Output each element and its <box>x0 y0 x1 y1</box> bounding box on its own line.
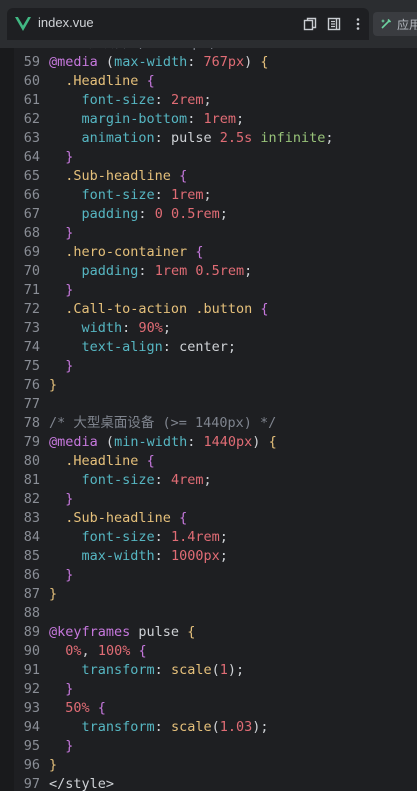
line-number: 95 <box>23 738 40 754</box>
code-text: 50% { <box>65 700 106 716</box>
line-number: 64 <box>23 149 40 165</box>
code-text: } <box>65 567 74 583</box>
line-number: 77 <box>23 396 40 412</box>
line-number: 87 <box>23 586 40 602</box>
code-text: } <box>65 225 74 241</box>
line-number: 75 <box>23 358 40 374</box>
editor-tab-bar: index.vue 应用 <box>0 0 417 48</box>
code-text: padding: 1rem 0.5rem; <box>81 263 253 279</box>
code-text: </style> <box>49 776 115 791</box>
code-text: max-width: 1000px; <box>81 548 228 564</box>
code-text: .Headline { <box>65 453 155 469</box>
edit-sparkle-icon <box>381 18 392 29</box>
more-icon[interactable] <box>351 17 365 31</box>
code-text: @media (min-width: 1440px) { <box>49 434 277 450</box>
code-text: @media (max-width: 767px) { <box>49 54 269 70</box>
code-text: } <box>49 586 58 602</box>
code-editor[interactable]: 58/* 手机设备 (<= 767px) */59@media (max-wid… <box>14 48 417 791</box>
code-text: } <box>65 681 74 697</box>
code-text: transform: scale(1); <box>81 662 245 678</box>
code-text: } <box>65 738 74 754</box>
line-number: 92 <box>23 681 40 697</box>
line-number: 74 <box>23 339 40 355</box>
line-number: 65 <box>23 168 40 184</box>
line-number: 70 <box>23 263 40 279</box>
code-text: } <box>65 358 74 374</box>
line-number: 73 <box>23 320 40 336</box>
line-number: 76 <box>23 377 40 393</box>
code-text: } <box>65 491 74 507</box>
line-number: 81 <box>23 472 40 488</box>
apply-button[interactable]: 应用 <box>373 12 417 36</box>
code-text: .hero-container { <box>65 244 204 260</box>
code-text: font-size: 2rem; <box>81 92 212 108</box>
line-number: 78 <box>23 415 40 431</box>
line-number: 59 <box>23 54 40 70</box>
code-text: width: 90%; <box>81 320 171 336</box>
line-number: 79 <box>23 434 40 450</box>
line-number: 62 <box>23 111 40 127</box>
line-number: 71 <box>23 282 40 298</box>
line-number: 89 <box>23 624 40 640</box>
vue-logo-icon <box>15 17 31 31</box>
line-number: 66 <box>23 187 40 203</box>
line-number: 67 <box>23 206 40 222</box>
code-text: margin-bottom: 1rem; <box>81 111 245 127</box>
apply-button-label: 应用 <box>397 18 417 32</box>
line-number: 88 <box>23 605 40 621</box>
line-number: 83 <box>23 510 40 526</box>
code-text: .Call-to-action .button { <box>65 301 269 317</box>
code-text: font-size: 1.4rem; <box>81 529 228 545</box>
line-number: 82 <box>23 491 40 507</box>
line-number: 61 <box>23 92 40 108</box>
code-text: @keyframes pulse { <box>49 624 196 640</box>
code-text: animation: pulse 2.5s infinite; <box>81 130 334 146</box>
line-number: 94 <box>23 719 40 735</box>
activity-gutter <box>0 48 14 791</box>
code-text: 0%, 100% { <box>65 643 147 659</box>
line-number: 84 <box>23 529 40 545</box>
line-number: 86 <box>23 567 40 583</box>
code-text: .Sub-headline { <box>65 510 188 526</box>
code-text: } <box>65 149 74 165</box>
line-number: 60 <box>23 73 40 89</box>
tab-title: index.vue <box>38 15 94 30</box>
code-text: .Headline { <box>65 73 155 89</box>
line-number: 80 <box>23 453 40 469</box>
code-text: } <box>65 282 74 298</box>
line-number: 69 <box>23 244 40 260</box>
code-text: text-align: center; <box>81 339 236 355</box>
line-number: 72 <box>23 301 40 317</box>
code-text: font-size: 1rem; <box>81 187 212 203</box>
line-number: 91 <box>23 662 40 678</box>
code-text: } <box>49 757 58 773</box>
code-text: } <box>49 377 58 393</box>
preview-icon[interactable] <box>327 17 341 31</box>
line-number: 63 <box>23 130 40 146</box>
line-number: 68 <box>23 225 40 241</box>
line-number: 97 <box>23 776 40 791</box>
code-text: /* 大型桌面设备 (>= 1440px) */ <box>49 415 277 431</box>
code-text: font-size: 4rem; <box>81 472 212 488</box>
code-text: .Sub-headline { <box>65 168 188 184</box>
split-window-icon[interactable] <box>303 17 317 31</box>
line-number: 96 <box>23 757 40 773</box>
code-text: padding: 0 0.5rem; <box>81 206 228 222</box>
line-number: 85 <box>23 548 40 564</box>
line-number: 90 <box>23 643 40 659</box>
line-number: 93 <box>23 700 40 716</box>
code-text: transform: scale(1.03); <box>81 719 269 735</box>
